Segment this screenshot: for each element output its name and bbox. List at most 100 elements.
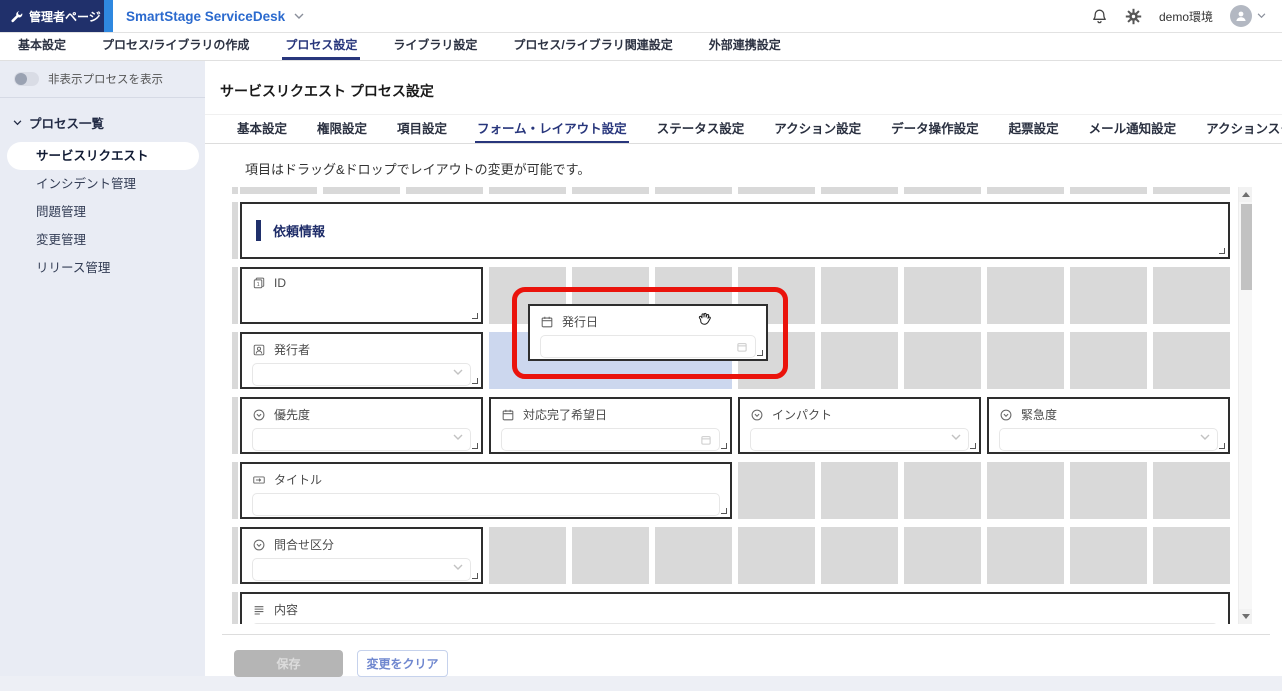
- canvas-scrollbar[interactable]: [1238, 187, 1252, 624]
- chevron-down-icon: [294, 13, 304, 20]
- avatar: [1230, 5, 1252, 27]
- main-content: サービスリクエスト プロセス設定 基本設定権限設定項目設定フォーム・レイアウト設…: [205, 61, 1282, 676]
- resize-handle-icon[interactable]: [472, 443, 478, 449]
- resize-handle-icon[interactable]: [1219, 248, 1225, 254]
- field-input[interactable]: [252, 428, 471, 451]
- dragged-field-box[interactable]: 発行日: [528, 304, 768, 361]
- grid-cell: [240, 187, 317, 194]
- grid-cell: [738, 462, 815, 519]
- sidebar-item[interactable]: 問題管理: [0, 198, 205, 226]
- field-input[interactable]: [501, 428, 720, 451]
- field-label: インパクト: [772, 406, 832, 423]
- triangle-up-icon: [1242, 192, 1250, 197]
- global-nav-item[interactable]: プロセス/ライブラリ関連設定: [510, 33, 675, 60]
- brand-title: SmartStage ServiceDesk: [126, 9, 285, 24]
- user-menu[interactable]: [1230, 5, 1266, 27]
- grid-cell: [821, 332, 898, 389]
- resize-handle-icon[interactable]: [472, 573, 478, 579]
- resize-handle-icon[interactable]: [757, 350, 763, 356]
- triangle-down-icon: [1242, 614, 1250, 619]
- save-button[interactable]: 保存: [234, 650, 343, 677]
- grid-cell: [821, 267, 898, 324]
- sidebar-item[interactable]: サービスリクエスト: [7, 142, 199, 170]
- form-field-box[interactable]: タイトル: [240, 462, 732, 519]
- global-nav-item[interactable]: プロセス/ライブラリの作成: [99, 33, 252, 60]
- form-field-box[interactable]: 1ID: [240, 267, 483, 324]
- settings-tab[interactable]: データ操作設定: [889, 115, 981, 143]
- settings-tab[interactable]: フォーム・レイアウト設定: [475, 115, 629, 143]
- field-input[interactable]: [750, 428, 969, 451]
- global-nav-item[interactable]: ライブラリ設定: [390, 33, 480, 60]
- field-input[interactable]: [252, 558, 471, 581]
- grid-cell: [821, 187, 898, 194]
- grid-cell: [232, 267, 238, 324]
- scroll-up-button[interactable]: [1239, 187, 1252, 202]
- calendar-icon: [501, 408, 515, 422]
- admin-page-badge[interactable]: 管理者ページ: [0, 0, 104, 32]
- page-title: サービスリクエスト プロセス設定: [220, 81, 1282, 101]
- settings-tab[interactable]: メール通知設定: [1087, 115, 1179, 143]
- resize-handle-icon[interactable]: [721, 443, 727, 449]
- grid-cell: [1070, 462, 1147, 519]
- settings-tab[interactable]: アクションスクリプト設定: [1204, 115, 1282, 143]
- grab-cursor-icon: [696, 311, 712, 332]
- calendar-small-icon: [736, 341, 748, 353]
- grid-cell: [904, 462, 981, 519]
- field-input[interactable]: [252, 363, 471, 386]
- resize-handle-icon[interactable]: [472, 378, 478, 384]
- bell-icon[interactable]: [1091, 8, 1108, 25]
- form-layout-canvas[interactable]: 依頼情報1ID発行者優先度対応完了希望日インパクト緊急度タイトル問合せ区分内容 …: [232, 187, 1252, 624]
- global-nav-item[interactable]: 基本設定: [15, 33, 69, 60]
- field-input[interactable]: [252, 623, 1218, 624]
- field-label: 優先度: [274, 406, 310, 423]
- resize-handle-icon[interactable]: [472, 313, 478, 319]
- global-nav-item[interactable]: 外部連携設定: [706, 33, 784, 60]
- field-input[interactable]: [540, 335, 756, 358]
- settings-tab[interactable]: 権限設定: [315, 115, 369, 143]
- resize-handle-icon[interactable]: [970, 443, 976, 449]
- form-field-box[interactable]: 内容: [240, 592, 1230, 624]
- settings-tab[interactable]: ステータス設定: [655, 115, 747, 143]
- field-label: 問合せ区分: [274, 536, 334, 553]
- toggle-switch[interactable]: [14, 72, 39, 86]
- select-icon: [999, 408, 1013, 422]
- global-nav-item[interactable]: プロセス設定: [282, 33, 360, 60]
- form-field-box[interactable]: 対応完了希望日: [489, 397, 732, 454]
- resize-handle-icon[interactable]: [1219, 443, 1225, 449]
- accent-strip: [104, 0, 113, 32]
- grid-cell: [489, 527, 566, 584]
- sidebar-item[interactable]: 変更管理: [0, 226, 205, 254]
- form-field-box[interactable]: 優先度: [240, 397, 483, 454]
- gear-icon[interactable]: [1125, 8, 1142, 25]
- field-label: 対応完了希望日: [523, 406, 607, 423]
- chevron-down-icon: [453, 434, 463, 441]
- workspace-selector[interactable]: SmartStage ServiceDesk: [126, 0, 304, 32]
- scrollbar-thumb[interactable]: [1241, 204, 1252, 290]
- field-input[interactable]: [999, 428, 1218, 451]
- section-header-box[interactable]: 依頼情報: [240, 202, 1230, 259]
- field-input[interactable]: [252, 493, 720, 516]
- text-input-icon: [252, 473, 266, 487]
- form-field-box[interactable]: 緊急度: [987, 397, 1230, 454]
- sidebar-item[interactable]: インシデント管理: [0, 170, 205, 198]
- process-list-group[interactable]: プロセス一覧: [13, 113, 205, 132]
- admin-page-label: 管理者ページ: [29, 8, 101, 25]
- grid-cell: [572, 187, 649, 194]
- id-icon: 1: [252, 276, 266, 290]
- scroll-down-button[interactable]: [1239, 609, 1252, 624]
- form-field-box[interactable]: 発行者: [240, 332, 483, 389]
- clear-changes-button[interactable]: 変更をクリア: [357, 650, 448, 677]
- settings-tab[interactable]: 基本設定: [235, 115, 289, 143]
- grid-cell: [232, 592, 238, 624]
- form-field-box[interactable]: 問合せ区分: [240, 527, 483, 584]
- chevron-down-icon: [1257, 13, 1266, 19]
- grid-cell: [821, 462, 898, 519]
- settings-tab[interactable]: 起票設定: [1007, 115, 1061, 143]
- resize-handle-icon[interactable]: [721, 508, 727, 514]
- settings-tab[interactable]: アクション設定: [772, 115, 863, 143]
- form-field-box[interactable]: インパクト: [738, 397, 981, 454]
- settings-tab[interactable]: 項目設定: [395, 115, 449, 143]
- sidebar-item[interactable]: リリース管理: [0, 254, 205, 282]
- calendar-icon: [540, 315, 554, 329]
- select-icon: [252, 538, 266, 552]
